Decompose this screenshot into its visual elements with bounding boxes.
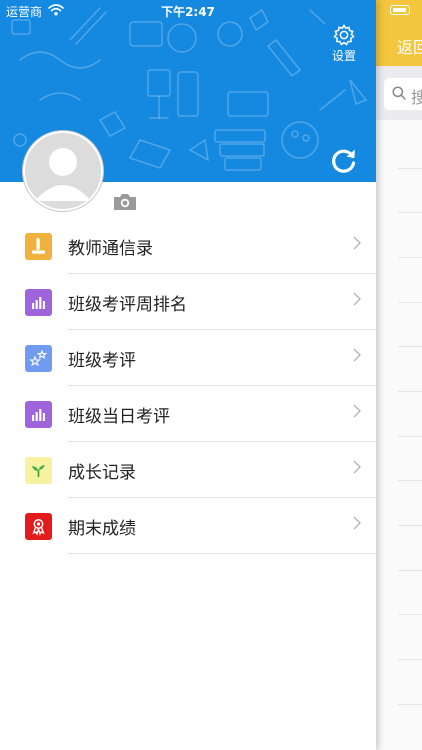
search-icon: [392, 86, 406, 100]
chevron-right-icon: [353, 348, 361, 362]
menu-item-label: 期末成绩: [68, 519, 136, 539]
settings-button[interactable]: 设置: [328, 24, 360, 64]
background-nav-bar: 返回: [376, 0, 422, 66]
menu-item-growth-record[interactable]: 成长记录: [0, 442, 376, 498]
award-icon: [25, 513, 52, 540]
list-divider: [398, 659, 422, 660]
menu-item-label: 班级当日考评: [68, 407, 170, 427]
menu-item-label: 教师通信录: [68, 239, 153, 259]
list-divider: [398, 480, 422, 481]
background-search-bar: 搜: [376, 66, 422, 120]
list-divider: [398, 257, 422, 258]
list-divider: [398, 570, 422, 571]
settings-label: 设置: [331, 49, 356, 63]
list-divider: [398, 436, 422, 437]
list-divider: [398, 346, 422, 347]
chevron-right-icon: [353, 236, 361, 250]
menu-item-final-grades[interactable]: 期末成绩: [0, 498, 376, 554]
sprout-icon: [25, 457, 52, 484]
list-divider: [398, 391, 422, 392]
chevron-right-icon: [353, 460, 361, 474]
list-divider: [398, 704, 422, 705]
list-divider: [398, 212, 422, 213]
chevron-right-icon: [353, 516, 361, 530]
menu-item-weekly-class-ranking[interactable]: 班级考评周排名: [0, 274, 376, 330]
gear-icon: [333, 24, 355, 46]
background-page: 返回 搜: [376, 0, 422, 750]
menu-item-class-evaluation[interactable]: 班级考评: [0, 330, 376, 386]
menu-item-label: 成长记录: [68, 463, 136, 483]
refresh-icon[interactable]: [330, 146, 358, 174]
menu-item-label: 班级考评: [68, 351, 136, 371]
bar-chart-icon: [25, 401, 52, 428]
list-divider: [398, 614, 422, 615]
chevron-right-icon: [353, 404, 361, 418]
list-divider: [398, 302, 422, 303]
search-placeholder: 搜: [411, 88, 422, 107]
teacher-contacts-icon: [25, 233, 52, 260]
bar-chart-icon: [25, 289, 52, 316]
menu-item-teacher-contacts[interactable]: 教师通信录: [0, 218, 376, 274]
back-button[interactable]: 返回: [397, 34, 422, 58]
stars-icon: [25, 345, 52, 372]
avatar[interactable]: [23, 131, 103, 211]
battery-icon: [390, 5, 410, 15]
status-bar: 运营商 下午2:47: [0, 0, 376, 22]
camera-icon[interactable]: [112, 192, 138, 212]
menu-item-daily-class-evaluation[interactable]: 班级当日考评: [0, 386, 376, 442]
status-time: 下午2:47: [161, 5, 215, 19]
background-search-input[interactable]: 搜: [384, 78, 422, 110]
menu-item-label: 班级考评周排名: [68, 295, 187, 315]
list-divider: [398, 168, 422, 169]
list-divider: [398, 525, 422, 526]
side-drawer: 运营商 下午2:47 设置 教师通信录 班级考评周排名 班级考评 班级当日考评 …: [0, 0, 376, 750]
chevron-right-icon: [353, 292, 361, 306]
menu-list: 教师通信录 班级考评周排名 班级考评 班级当日考评 成长记录 期末成绩: [0, 218, 376, 554]
default-avatar-icon: [35, 148, 91, 201]
menu-divider: [68, 553, 376, 554]
